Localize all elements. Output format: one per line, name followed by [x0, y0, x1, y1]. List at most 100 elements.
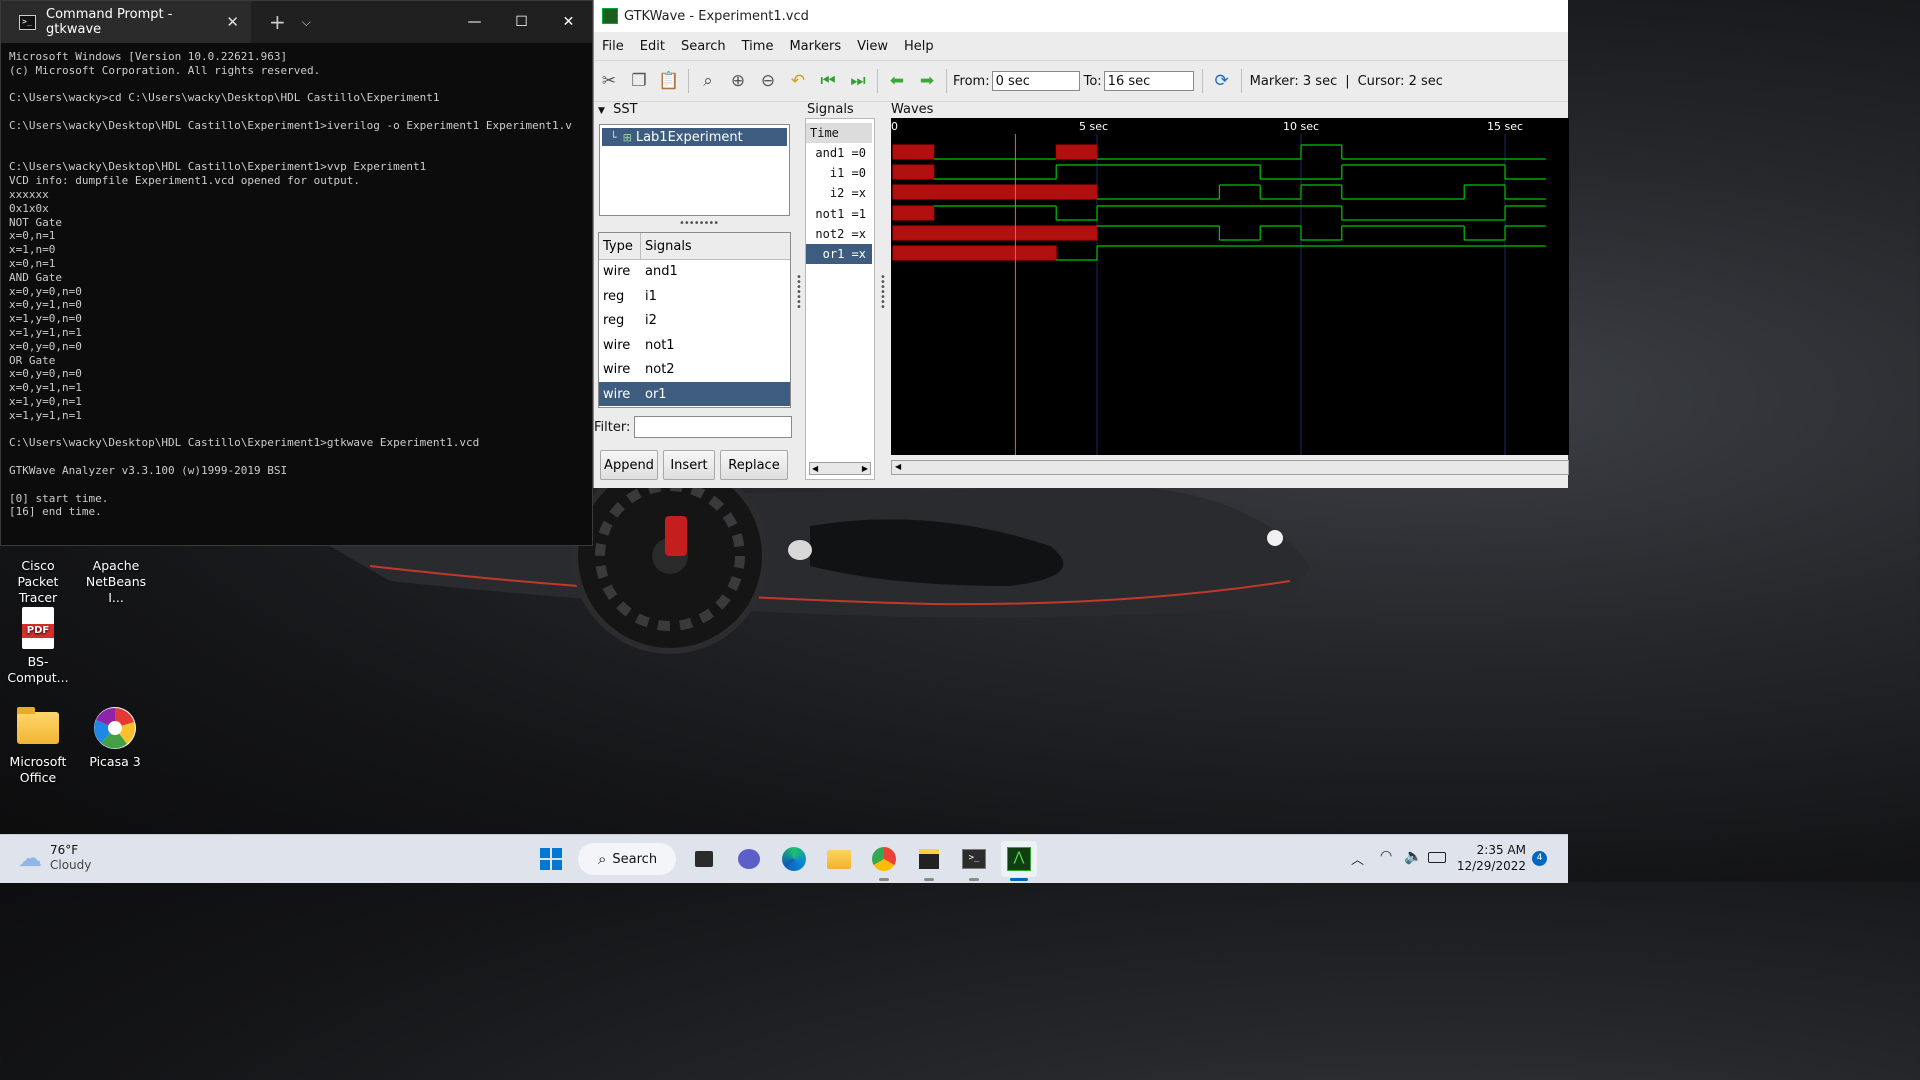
from-time-input[interactable]: 0 sec: [991, 71, 1080, 91]
list-item[interactable]: wire not1: [599, 333, 790, 357]
sst-header[interactable]: ▼ SST: [598, 102, 638, 117]
cmd-title-bar[interactable]: >_ Command Prompt - gtkwave ✕ + ⌵ — ☐ ✕: [1, 1, 592, 43]
signal-row[interactable]: not1 =1: [806, 204, 872, 224]
cut-icon[interactable]: ✂: [594, 66, 624, 96]
temperature: 76°F: [50, 843, 79, 857]
menu-edit[interactable]: Edit: [632, 39, 673, 54]
wifi-icon[interactable]: ◠: [1380, 848, 1392, 864]
battery-icon[interactable]: [1428, 852, 1446, 863]
replace-button[interactable]: Replace: [720, 450, 788, 480]
scroll-left-icon[interactable]: ◀: [895, 462, 901, 471]
new-tab-icon[interactable]: +: [269, 10, 286, 34]
menu-help[interactable]: Help: [896, 39, 942, 54]
window-title: GTKWave - Experiment1.vcd: [624, 8, 809, 24]
menu-search[interactable]: Search: [673, 39, 734, 54]
cmd-line: x=0,y=1,n=1: [9, 381, 82, 395]
zoom-in-icon[interactable]: ⊕: [723, 66, 753, 96]
weather-widget[interactable]: ☁ 76°F Cloudy: [18, 843, 91, 873]
find-previous-edge-icon[interactable]: ⬅: [882, 66, 912, 96]
signal-row[interactable]: or1 =x: [806, 244, 872, 264]
gtkwave-taskbar-icon[interactable]: ⋀: [1001, 841, 1037, 881]
sticky-notes-icon[interactable]: [911, 841, 947, 881]
waveform-svg[interactable]: 0 5 sec 10 sec 15 sec: [891, 118, 1569, 455]
cmd-line: x=1,y=0,n=0: [9, 312, 82, 326]
cmd-line: GTKWave Analyzer v3.3.100 (w)1999-2019 B…: [9, 463, 288, 477]
toolbar-separator: [1201, 69, 1203, 93]
cmd-line: OR Gate: [9, 353, 56, 367]
chevron-up-icon[interactable]: ︿: [1351, 849, 1364, 868]
cmd-line: x=1,y=1,n=1: [9, 325, 82, 339]
scroll-right-icon[interactable]: ▶: [862, 464, 868, 473]
horizontal-scrollbar[interactable]: ◀ ▶: [809, 462, 871, 475]
tree-item-lab1experiment[interactable]: └ ⊞ Lab1Experiment: [602, 128, 787, 146]
cmd-output[interactable]: Microsoft Windows [Version 10.0.22621.96…: [1, 43, 592, 526]
copy-icon[interactable]: ❐: [624, 66, 654, 96]
menu-file[interactable]: File: [594, 39, 632, 54]
filter-input[interactable]: [634, 416, 792, 438]
desktop-icon-pdf[interactable]: PDF BS-Comput...: [0, 606, 76, 686]
signal-type-list[interactable]: Type Signals wire and1 reg i1 reg i2 wire no…: [598, 232, 791, 408]
toolbar: ✂ ❐ 📋 ⌕ ⊕ ⊖ ↶ ⏮ ⏭ ⬅ ➡ From: 0 sec To: 16…: [594, 60, 1568, 102]
scroll-left-icon[interactable]: ◀: [812, 464, 818, 473]
tab-dropdown-icon[interactable]: ⌵: [302, 15, 311, 30]
menu-view[interactable]: View: [849, 39, 896, 54]
list-item[interactable]: reg i2: [599, 308, 790, 332]
maximize-icon[interactable]: ☐: [498, 1, 545, 43]
minimize-icon[interactable]: —: [451, 1, 498, 43]
list-item[interactable]: wire not2: [599, 357, 790, 381]
edge-browser-icon[interactable]: [776, 841, 812, 877]
close-window-icon[interactable]: ✕: [545, 1, 592, 43]
signal-row[interactable]: and1 =0: [806, 143, 872, 163]
chrome-icon[interactable]: [866, 841, 902, 881]
waves-horizontal-scrollbar[interactable]: ◀: [891, 460, 1569, 475]
undo-zoom-icon[interactable]: ↶: [783, 66, 813, 96]
pane-splitter[interactable]: ••••••••: [679, 218, 719, 229]
zoom-to-end-icon[interactable]: ⏭: [843, 66, 873, 96]
waveform-canvas[interactable]: 0 5 sec 10 sec 15 sec: [891, 118, 1569, 455]
wave-undefined-segment: [892, 144, 935, 160]
hierarchy-tree[interactable]: └ ⊞ Lab1Experiment: [599, 124, 790, 216]
list-item[interactable]: reg i1: [599, 284, 790, 308]
insert-button[interactable]: Insert: [663, 450, 715, 480]
file-explorer-icon[interactable]: [821, 841, 857, 877]
cmd-tab-title: Command Prompt - gtkwave: [46, 7, 173, 37]
start-button[interactable]: [533, 841, 569, 877]
append-button[interactable]: Append: [600, 450, 658, 480]
close-tab-icon[interactable]: ✕: [226, 13, 239, 31]
task-view-icon[interactable]: [686, 841, 722, 877]
zoom-out-icon[interactable]: ⊖: [753, 66, 783, 96]
vertical-splitter[interactable]: • • • • • • •: [796, 273, 802, 313]
zoom-fit-icon[interactable]: ⌕: [693, 66, 723, 96]
signal-name-list[interactable]: Time and1 =0 i1 =0 i2 =x not1 =1 not2 =x…: [805, 118, 875, 480]
cmd-line: [9, 133, 584, 147]
wave-undefined-segment: [892, 245, 1057, 261]
signals-column-header[interactable]: Signals: [641, 233, 692, 259]
taskbar-search[interactable]: ⌕ Search: [578, 843, 676, 875]
signal-row[interactable]: i2 =x: [806, 183, 872, 203]
desktop-icon-picasa[interactable]: Picasa 3: [77, 706, 153, 770]
cmd-tab[interactable]: >_ Command Prompt - gtkwave ✕: [1, 1, 251, 43]
desktop-icon-office-folder[interactable]: Microsoft Office: [0, 706, 76, 786]
teams-chat-icon[interactable]: [731, 841, 767, 877]
to-time-input[interactable]: 16 sec: [1103, 71, 1194, 91]
waves-label: Waves: [891, 102, 934, 117]
clock[interactable]: 2:35 AM 12/29/2022: [1456, 842, 1526, 874]
toolbar-separator: [877, 69, 878, 93]
type-column-header[interactable]: Type: [599, 233, 641, 259]
notification-badge[interactable]: 4: [1532, 851, 1547, 866]
list-item[interactable]: wire or1: [599, 382, 790, 406]
gtkwave-title-bar[interactable]: GTKWave - Experiment1.vcd: [594, 0, 1568, 32]
volume-icon[interactable]: 🔈: [1404, 847, 1423, 865]
cmd-line: C:\Users\wacky\Desktop\HDL Castillo\Expe…: [9, 160, 427, 174]
menu-time[interactable]: Time: [734, 39, 782, 54]
reload-icon[interactable]: ⟳: [1207, 66, 1237, 96]
signal-row[interactable]: not2 =x: [806, 224, 872, 244]
signal-row[interactable]: i1 =0: [806, 163, 872, 183]
list-item[interactable]: wire and1: [599, 259, 790, 283]
find-next-edge-icon[interactable]: ➡: [912, 66, 942, 96]
menu-markers[interactable]: Markers: [781, 39, 849, 54]
zoom-to-start-icon[interactable]: ⏮: [813, 66, 843, 96]
paste-icon[interactable]: 📋: [654, 66, 684, 96]
terminal-taskbar-icon[interactable]: >_: [956, 841, 992, 881]
cmd-line: x=1,n=0: [9, 243, 56, 257]
